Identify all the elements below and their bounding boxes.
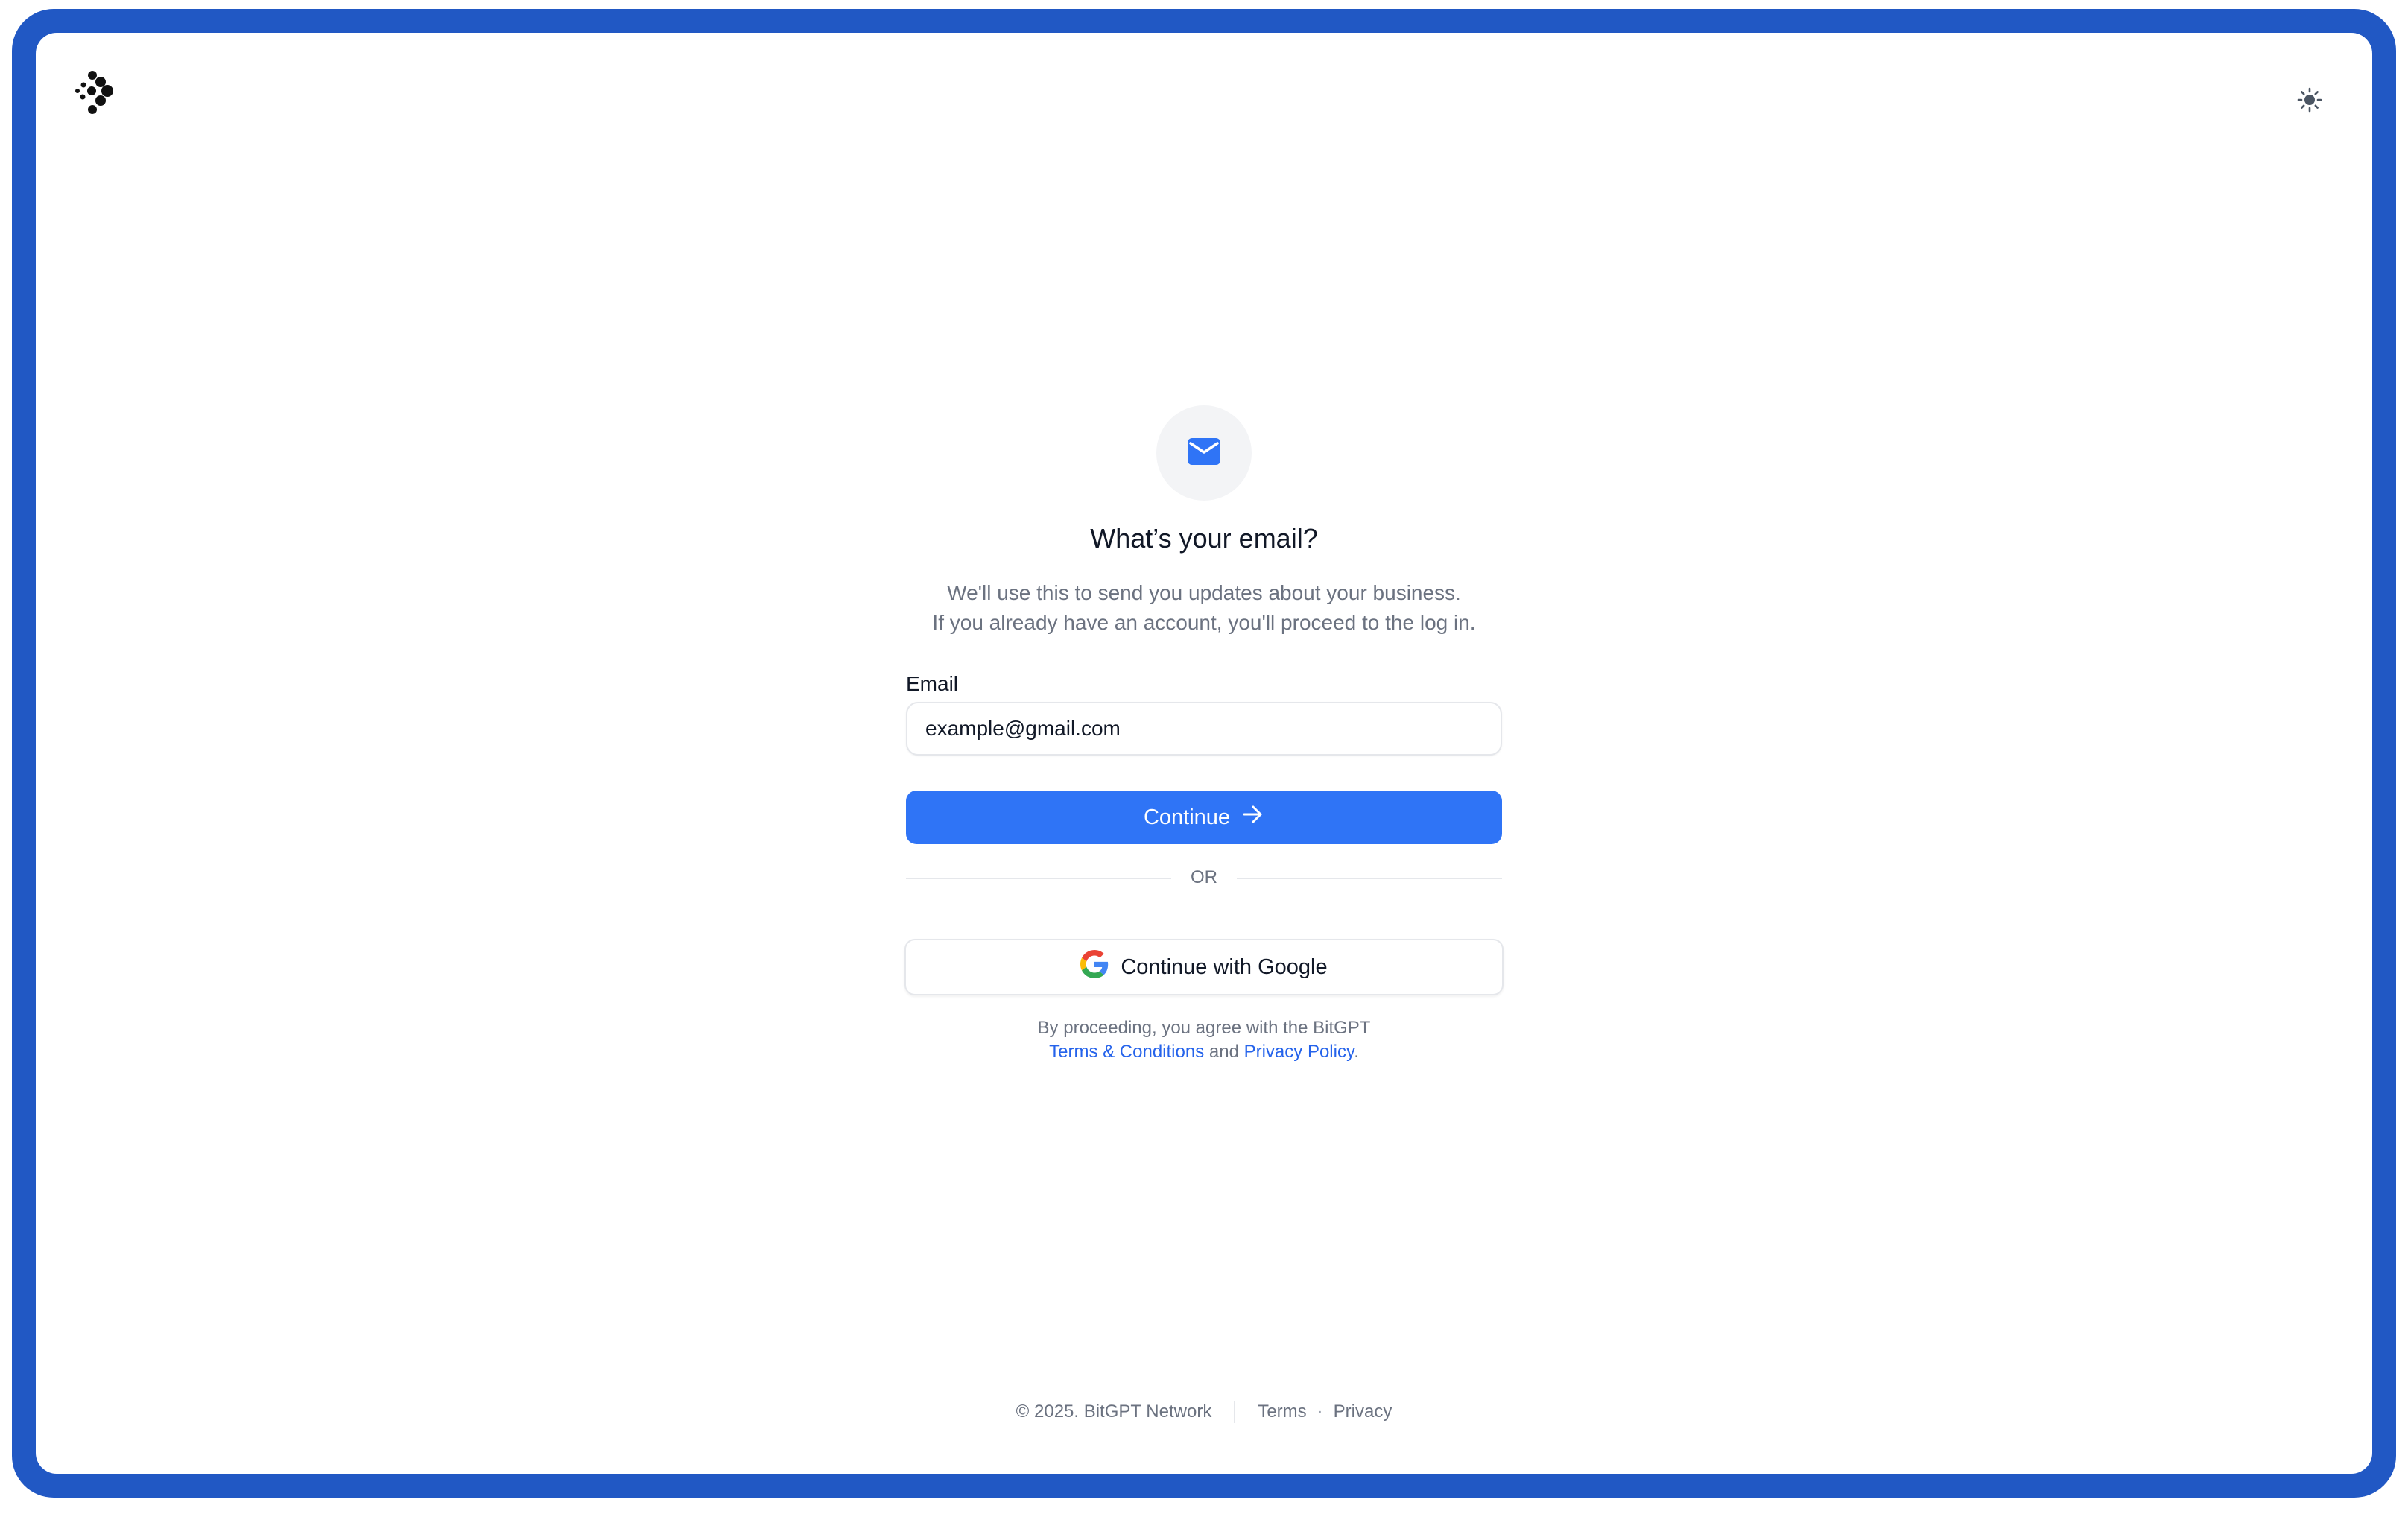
bitgpt-logo-icon[interactable] xyxy=(72,69,119,116)
privacy-policy-link[interactable]: Privacy Policy xyxy=(1244,1042,1354,1062)
continue-with-google-button[interactable]: Continue with Google xyxy=(904,939,1504,995)
subtitle-line: We'll use this to send you updates about… xyxy=(947,581,1461,604)
footer-terms-link[interactable]: Terms xyxy=(1258,1401,1306,1422)
email-input[interactable] xyxy=(906,702,1502,756)
arrow-right-icon xyxy=(1242,805,1264,830)
footer-dot: · xyxy=(1317,1401,1323,1422)
legal-and: and xyxy=(1208,1042,1239,1062)
divider-line xyxy=(906,878,1171,879)
footer-separator xyxy=(1234,1401,1236,1423)
legal-notice: By proceeding, you agree with the BitGPT… xyxy=(831,1016,1577,1064)
legal-prefix: By proceeding, you agree with the BitGPT xyxy=(1037,1018,1371,1038)
google-icon xyxy=(1080,950,1109,984)
legal-suffix: . xyxy=(1354,1042,1359,1062)
footer-privacy-link[interactable]: Privacy xyxy=(1334,1401,1392,1422)
sun-icon xyxy=(2297,87,2322,116)
window-frame: What’s your email? We'll use this to sen… xyxy=(12,9,2396,1498)
app-screen: What’s your email? We'll use this to sen… xyxy=(36,33,2372,1474)
page-title: What’s your email? xyxy=(1090,523,1318,554)
legal-links-line: Terms & Conditions and Privacy Policy. xyxy=(831,1040,1577,1064)
mail-icon-badge xyxy=(1156,405,1252,501)
divider-line xyxy=(1237,878,1502,879)
or-divider: OR xyxy=(906,863,1502,893)
or-label: OR xyxy=(1191,867,1217,887)
page-subtitle: We'll use this to send you updates about… xyxy=(861,578,1547,638)
email-label: Email xyxy=(906,672,959,695)
continue-label: Continue xyxy=(1143,805,1231,829)
theme-toggle-button[interactable] xyxy=(2292,83,2328,119)
copyright-text: © 2025. BitGPT Network xyxy=(1016,1401,1212,1422)
terms-conditions-link[interactable]: Terms & Conditions xyxy=(1049,1042,1204,1062)
google-button-label: Continue with Google xyxy=(1121,954,1328,979)
footer: © 2025. BitGPT Network Terms · Privacy xyxy=(36,1401,2372,1423)
subtitle-line: If you already have an account, you'll p… xyxy=(932,611,1476,634)
mail-icon xyxy=(1188,437,1220,469)
continue-button[interactable]: Continue xyxy=(906,791,1502,844)
